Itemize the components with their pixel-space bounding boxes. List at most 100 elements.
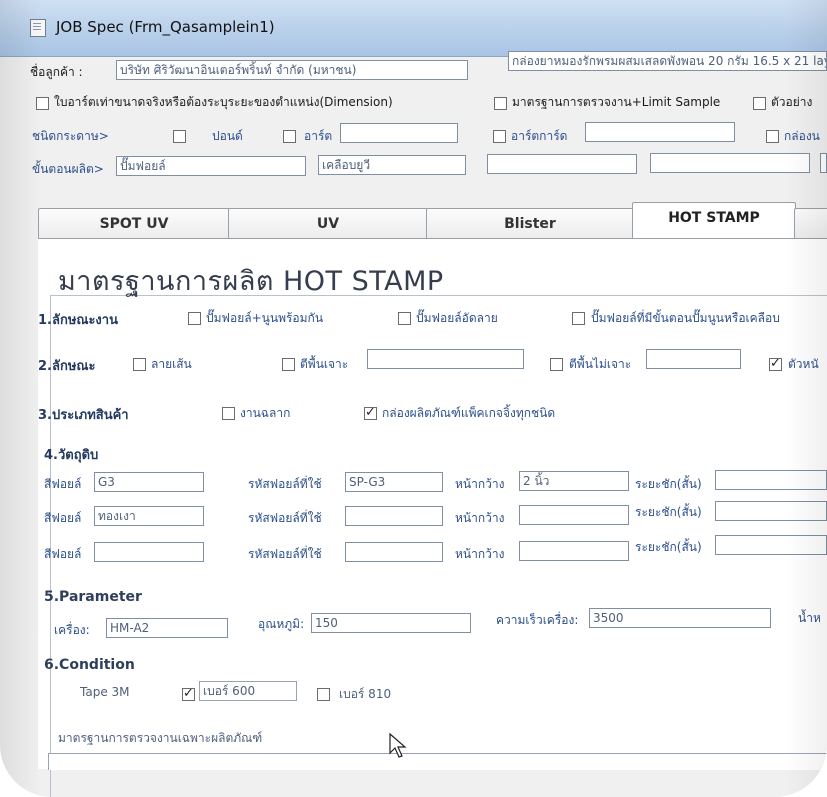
foil-label-3: สีฟอยล์ xyxy=(44,547,82,561)
foil-field[interactable]: G3 xyxy=(94,472,204,492)
paper-type-label: ชนิดกระดาษ> xyxy=(32,129,109,143)
machine-label: เครื่อง: xyxy=(54,623,90,637)
q1-opt3-label: ปั๊มฟอยล์ที่มีขั้นตอนปั๊มนูนหรือเคลือบ xyxy=(591,311,780,325)
width-field-2[interactable] xyxy=(519,505,629,525)
foil-label-2: สีฟอยล์ xyxy=(44,511,82,525)
process-field-3[interactable] xyxy=(487,154,637,174)
q2-opt4-label: ตัวหนั xyxy=(788,357,819,371)
temperature-field[interactable]: 150 xyxy=(311,613,471,633)
foil-code-label-3: รหัสฟอยล์ที่ใช้ xyxy=(248,547,322,561)
foil-code-field[interactable]: SP-G3 xyxy=(345,472,443,492)
sample-checkbox[interactable] xyxy=(753,97,766,110)
tab-uv[interactable]: UV xyxy=(228,208,428,239)
hot-stamp-panel: มาตรฐานการผลิต HOT STAMP 1.ลักษณะงาน ปั๊… xyxy=(38,238,827,797)
paper-pond-checkbox[interactable] xyxy=(173,130,186,143)
width-label: หน้ากว้าง xyxy=(455,477,505,491)
foil-code-field-2[interactable] xyxy=(345,506,443,526)
q2-opt2-checkbox[interactable] xyxy=(282,358,295,371)
interval-label-2: ระยะชัก(สั้น) xyxy=(635,505,702,519)
foil-code-label-2: รหัสฟอยล์ที่ใช้ xyxy=(248,511,322,525)
q2-heading: 2.ลักษณะ xyxy=(38,359,96,374)
q4-heading: 4.วัตถุดิบ xyxy=(44,448,99,463)
tape-810-label: เบอร์ 810 xyxy=(339,687,392,701)
q2-opt3-checkbox[interactable] xyxy=(550,358,563,371)
paper-box-label: กล่องน xyxy=(784,129,820,143)
foil-code-label: รหัสฟอยล์ที่ใช้ xyxy=(248,477,322,491)
interval-label-3: ระยะชัก(สั้น) xyxy=(635,540,702,554)
qc-standard-label: มาตรฐานการตรวจงาน+Limit Sample xyxy=(512,95,721,109)
process-field-4[interactable] xyxy=(650,153,810,173)
q5-heading: 5.Parameter xyxy=(44,589,142,605)
paper-artcard-checkbox[interactable] xyxy=(493,130,506,143)
q1-opt2-checkbox[interactable] xyxy=(398,312,411,325)
paper-art-field[interactable] xyxy=(340,123,458,143)
q1-opt2-label: ปั๊มฟอยล์อัดลาย xyxy=(416,311,498,325)
dimension-checkbox[interactable] xyxy=(36,97,49,110)
width-field[interactable]: 2 นิ้ว xyxy=(519,471,629,491)
foil-code-field-3[interactable] xyxy=(345,542,443,562)
paper-art-checkbox[interactable] xyxy=(283,130,296,143)
paper-artcard-label: อาร์ตการ์ด xyxy=(511,129,568,143)
q1-opt1-checkbox[interactable] xyxy=(188,312,201,325)
product-standard-label: มาตรฐานการตรวจงานเฉพาะผลิตภัณฑ์ xyxy=(58,731,263,745)
width-label-2: หน้ากว้าง xyxy=(455,511,505,525)
product-standard-textarea[interactable] xyxy=(48,753,827,770)
panel-title: มาตรฐานการผลิต HOT STAMP xyxy=(58,266,444,297)
tab-spot-uv[interactable]: SPOT UV xyxy=(38,208,230,239)
q3-opt1-checkbox[interactable] xyxy=(222,407,235,420)
window-title: JOB Spec (Frm_Qasamplein1) xyxy=(56,18,275,36)
q2-opt3-label: ตีพื้นไม่เจาะ xyxy=(569,357,632,371)
form-icon xyxy=(30,19,46,37)
q3-heading: 3.ประเภทสินค้า xyxy=(38,408,129,423)
tab-next[interactable] xyxy=(794,208,827,239)
q2-opt1-checkbox[interactable] xyxy=(133,358,146,371)
q1-opt1-label: ปั๊มฟอยล์+นูนพร้อมกัน xyxy=(206,311,324,325)
tab-blister[interactable]: Blister xyxy=(426,208,634,239)
tab-hot-stamp[interactable]: HOT STAMP xyxy=(632,202,796,239)
q2-opt3-field[interactable] xyxy=(646,349,741,369)
q2-opt4-checkbox[interactable] xyxy=(769,356,782,371)
foil-field-3[interactable] xyxy=(94,542,204,562)
process-field-5[interactable] xyxy=(820,153,827,173)
machine-field[interactable]: HM-A2 xyxy=(106,618,228,638)
screen: JOB Spec (Frm_Qasamplein1) ชื่อลูกค้า : … xyxy=(0,0,827,797)
temperature-label: อุณหภูมิ: xyxy=(258,617,305,631)
interval-field[interactable] xyxy=(715,470,827,490)
weight-label: น้ำห xyxy=(798,611,821,625)
width-field-3[interactable] xyxy=(519,541,629,561)
mouse-cursor-icon xyxy=(389,732,407,758)
process-field-1[interactable]: ปั๊มฟอยล์ xyxy=(116,156,306,176)
paper-box-checkbox[interactable] xyxy=(766,130,779,143)
paper-art-label: อาร์ต xyxy=(304,129,333,143)
customer-label: ชื่อลูกค้า : xyxy=(30,65,83,79)
paper-pond-label: ปอนด์ xyxy=(212,129,243,143)
tab-area: SPOT UV UV Blister HOT STAMP มาตรฐานการผ… xyxy=(38,200,827,797)
q2-opt2-field[interactable] xyxy=(367,349,524,369)
speed-label: ความเร็วเครื่อง: xyxy=(496,613,579,627)
foil-label: สีฟอยล์ xyxy=(44,477,82,491)
dimension-label: ใบอาร์ตเท่าขนาดจริงหรือต้องระบุระยะของตำ… xyxy=(54,95,393,109)
tape-label: Tape 3M xyxy=(80,685,130,699)
q3-opt2-checkbox[interactable] xyxy=(364,405,377,420)
customer-field[interactable]: บริษัท ศิริวัฒนาอินเตอร์พริ้นท์ จำกัด (ม… xyxy=(116,60,468,80)
interval-field-2[interactable] xyxy=(715,501,827,521)
sample-label: ตัวอย่าง xyxy=(771,95,813,109)
tape-600-checkbox[interactable] xyxy=(182,686,195,701)
qc-standard-checkbox[interactable] xyxy=(494,97,507,110)
width-label-3: หน้ากว้าง xyxy=(455,547,505,561)
interval-field-3[interactable] xyxy=(715,535,827,555)
process-label: ขั้นตอนผลิต> xyxy=(32,162,104,176)
q1-heading: 1.ลักษณะงาน xyxy=(38,313,118,328)
speed-field[interactable]: 3500 xyxy=(589,608,771,628)
q2-opt2-label: ตีพื้นเจาะ xyxy=(300,357,349,371)
q1-opt3-checkbox[interactable] xyxy=(572,312,585,325)
tape-600-label[interactable]: เบอร์ 600 xyxy=(199,681,297,701)
foil-field-2[interactable]: ทองเงา xyxy=(94,506,204,526)
q3-opt1-label: งานฉลาก xyxy=(240,406,291,420)
tape-810-checkbox[interactable] xyxy=(317,688,330,701)
window-titlebar[interactable]: JOB Spec (Frm_Qasamplein1) xyxy=(0,0,827,57)
q6-heading: 6.Condition xyxy=(44,657,135,673)
process-field-2[interactable]: เคลือบยูวี xyxy=(318,155,466,175)
paper-artcard-field[interactable] xyxy=(585,122,735,142)
product-field[interactable]: กล่องยาหมองรักพรมผสมเสลดพังพอน 20 กรัม 1… xyxy=(508,51,827,71)
